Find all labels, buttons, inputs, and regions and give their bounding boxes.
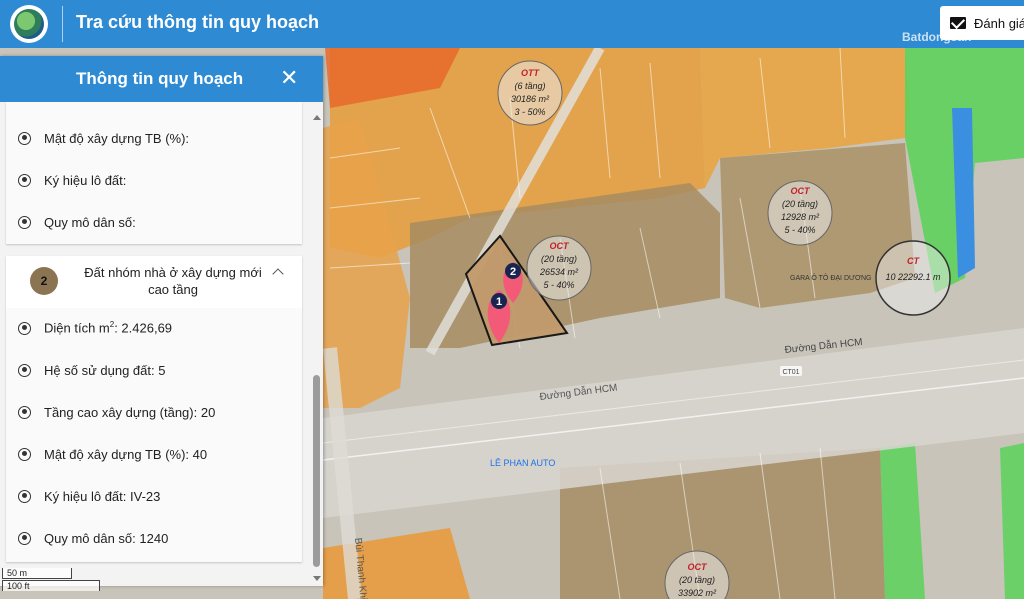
radio-bullet-icon xyxy=(18,131,31,145)
lot-number-badge: 2 xyxy=(30,267,58,295)
info-row: Mật độ xây dựng TB (%): xyxy=(18,128,189,148)
zone-code: CT xyxy=(907,256,920,266)
info-row-text: Ký hiệu lô đất: xyxy=(44,172,127,188)
radio-bullet-icon xyxy=(18,405,31,419)
info-row-text: Mật độ xây dựng TB (%): xyxy=(44,130,190,146)
info-row-text: Tầng cao xây dựng (tầng): 20 xyxy=(44,404,216,420)
poi-label: GARA Ô TÔ ĐẠI DƯƠNG xyxy=(790,273,871,282)
map-scale: 50 m 100 ft xyxy=(0,568,100,594)
zone-ratio: 5 - 40% xyxy=(543,280,574,290)
info-row: Diện tích m2: 2.426,69 xyxy=(18,318,172,338)
zone-ratio: 5 - 40% xyxy=(784,225,815,235)
scrollbar-thumb[interactable] xyxy=(313,375,320,567)
radio-bullet-icon xyxy=(18,321,31,335)
app-header: Tra cứu thông tin quy hoạch Đánh giá xyxy=(0,0,1024,48)
zone-area: 12928 m² xyxy=(781,212,820,222)
zone-floors: (20 tầng) xyxy=(679,575,715,585)
scroll-up-icon[interactable] xyxy=(313,115,321,120)
radio-bullet-icon xyxy=(18,363,31,377)
scale-metric: 50 m xyxy=(2,568,72,579)
header-divider xyxy=(62,6,63,42)
info-row-text: Ký hiệu lô đất: IV-23 xyxy=(44,488,161,504)
zone-label-oct-center[interactable]: OCT (20 tầng) 26534 m² 5 - 40% xyxy=(526,235,592,301)
radio-bullet-icon xyxy=(18,531,31,545)
zone-code: OCT xyxy=(791,186,812,196)
info-row-text: Quy mô dân số: 1240 xyxy=(44,530,169,546)
lot-type-label: Đất nhóm nhà ở xây dựng mới cao tầng xyxy=(84,265,262,297)
zone-area: 33902 m² xyxy=(678,588,717,598)
radio-bullet-icon xyxy=(18,447,31,461)
zone-floors: (6 tầng) xyxy=(514,81,545,91)
zone-label-ott[interactable]: OTT (6 tầng) 30186 m² 3 - 50% xyxy=(497,60,563,126)
planning-info-panel: Thông tin quy hoạch ✕ Mật độ xây dựng TB… xyxy=(0,56,323,586)
app-title: Tra cứu thông tin quy hoạch xyxy=(76,12,320,32)
zone-area: 30186 m² xyxy=(511,94,550,104)
app-logo[interactable] xyxy=(10,5,48,43)
info-row: Tầng cao xây dựng (tầng): 20 xyxy=(18,402,215,422)
panel-title: Thông tin quy hoạch xyxy=(76,69,244,88)
zone-code: OCT xyxy=(688,562,709,572)
info-row: Ký hiệu lô đất: IV-23 xyxy=(18,486,160,506)
road-code: CT01 xyxy=(782,369,799,376)
zone-area: 26534 m² xyxy=(539,267,579,277)
zone-label-ct[interactable]: CT 10 22292.1 m xyxy=(875,240,951,316)
info-row: Quy mô dân số: 1240 xyxy=(18,528,168,548)
envelope-icon xyxy=(950,17,966,29)
area-value: : 2.426,69 xyxy=(114,320,173,336)
zone-floors: (20 tầng) xyxy=(782,199,818,209)
radio-bullet-icon xyxy=(18,489,31,503)
poi-label: LÊ PHAN AUTO xyxy=(490,458,555,468)
scale-imperial: 100 ft xyxy=(2,580,100,591)
lot-info-card-prev: Mật độ xây dựng TB (%): Ký hiệu lô đất: … xyxy=(6,102,302,244)
watermark: Batdongsan xyxy=(902,30,972,44)
scroll-down-icon[interactable] xyxy=(313,576,321,581)
info-row-text: Hệ số sử dụng đất: 5 xyxy=(44,362,166,378)
info-row-text: Mật độ xây dựng TB (%): 40 xyxy=(44,446,208,462)
chevron-up-icon[interactable] xyxy=(272,268,284,280)
zone-ratio: 3 - 50% xyxy=(514,107,545,117)
info-row: Quy mô dân số: xyxy=(18,212,136,232)
info-row: Ký hiệu lô đất: xyxy=(18,170,126,190)
close-icon[interactable]: ✕ xyxy=(280,66,298,90)
zone-area: 10 22292.1 m xyxy=(885,272,941,282)
zone-code: OTT xyxy=(521,68,540,78)
zone-code: OCT xyxy=(550,241,571,251)
radio-bullet-icon xyxy=(18,173,31,187)
info-row-text: Diện tích m2: 2.426,69 xyxy=(44,320,172,335)
panel-body[interactable]: Mật độ xây dựng TB (%): Ký hiệu lô đất: … xyxy=(0,102,323,586)
rate-button-label: Đánh giá xyxy=(974,15,1024,31)
lot-accordion-header[interactable]: 2 Đất nhóm nhà ở xây dựng mới cao tầng xyxy=(6,256,302,308)
zone-floors: (20 tầng) xyxy=(541,254,577,264)
zone-label-oct-right[interactable]: OCT (20 tầng) 12928 m² 5 - 40% xyxy=(767,180,833,246)
panel-header: Thông tin quy hoạch ✕ xyxy=(0,56,323,102)
info-row: Mật độ xây dựng TB (%): 40 xyxy=(18,444,207,464)
lot-info-card: 2 Đất nhóm nhà ở xây dựng mới cao tầng D… xyxy=(6,256,302,562)
panel-scrollbar[interactable] xyxy=(311,110,321,588)
info-row-text: Quy mô dân số: xyxy=(44,214,136,230)
area-label: Diện tích m xyxy=(44,320,110,336)
marker-label: 1 xyxy=(496,296,502,308)
marker-label: 2 xyxy=(510,266,516,278)
info-row: Hệ số sử dụng đất: 5 xyxy=(18,360,165,380)
radio-bullet-icon xyxy=(18,215,31,229)
